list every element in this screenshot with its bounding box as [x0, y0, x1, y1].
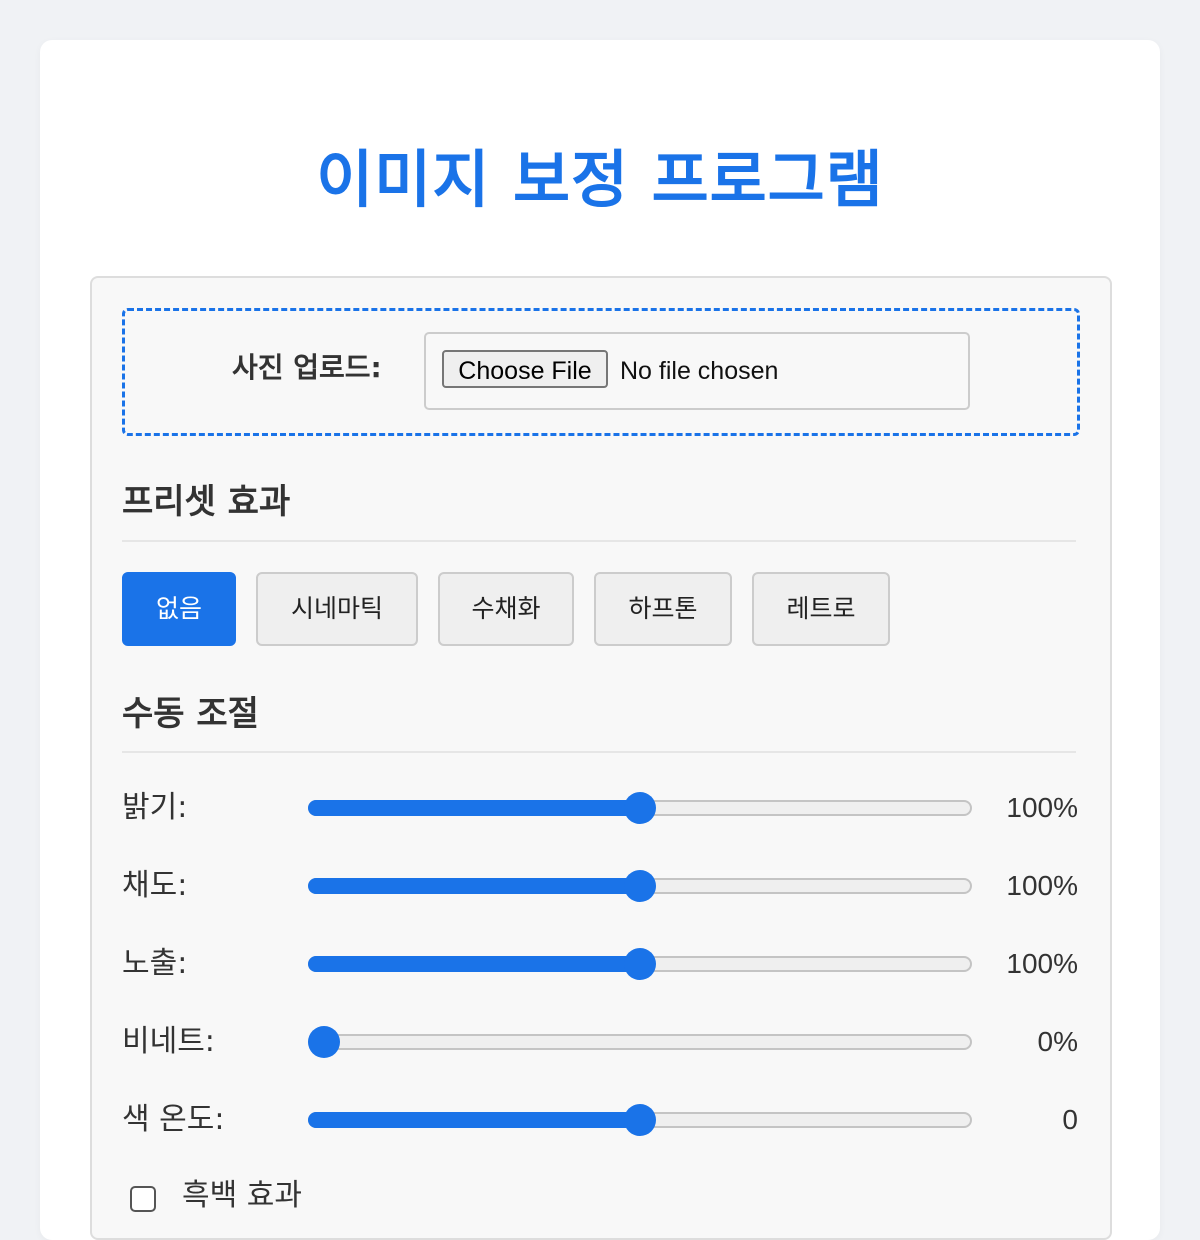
preset-section-title: 프리셋 효과	[122, 482, 291, 522]
color-temperature-slider-thumb[interactable]	[624, 1104, 656, 1136]
grayscale-checkbox[interactable]	[130, 1186, 156, 1212]
preset-button-retro[interactable]: 레트로	[752, 572, 890, 646]
upload-label: 사진 업로드:	[232, 351, 382, 384]
preset-section-divider	[122, 540, 1076, 542]
color-temperature-slider-fill	[308, 1112, 640, 1128]
grayscale-label: 흑백 효과	[182, 1178, 302, 1213]
exposure-value: 100%	[1006, 948, 1078, 979]
preset-button-cinematic[interactable]: 시네마틱	[256, 572, 418, 646]
exposure-slider-thumb[interactable]	[624, 948, 656, 980]
manual-section-title: 수동 조절	[122, 694, 259, 734]
brightness-label: 밝기:	[122, 790, 188, 825]
manual-section-divider	[122, 751, 1076, 753]
vignette-slider-track[interactable]	[308, 1034, 972, 1050]
saturation-label: 채도:	[122, 868, 188, 903]
saturation-slider-thumb[interactable]	[624, 870, 656, 902]
preset-button-watercolor[interactable]: 수채화	[438, 572, 574, 646]
page-title: 이미지 보정 프로그램	[316, 143, 884, 216]
preset-button-halftone[interactable]: 하프톤	[594, 572, 732, 646]
file-status-text: No file chosen	[620, 357, 779, 385]
brightness-slider-thumb[interactable]	[624, 792, 656, 824]
choose-file-button[interactable]: Choose File	[442, 350, 608, 388]
color-temperature-label: 색 온도:	[122, 1102, 225, 1137]
saturation-slider-fill	[308, 878, 640, 894]
saturation-value: 100%	[1006, 870, 1078, 901]
vignette-label: 비네트:	[122, 1024, 215, 1059]
preset-button-none[interactable]: 없음	[122, 572, 236, 646]
exposure-label: 노출:	[122, 946, 188, 981]
vignette-slider-thumb[interactable]	[308, 1026, 340, 1058]
color-temperature-value: 0	[1062, 1104, 1078, 1135]
vignette-value: 0%	[1037, 1026, 1078, 1057]
brightness-value: 100%	[1006, 792, 1078, 823]
exposure-slider-fill	[308, 956, 640, 972]
brightness-slider-fill	[308, 800, 640, 816]
